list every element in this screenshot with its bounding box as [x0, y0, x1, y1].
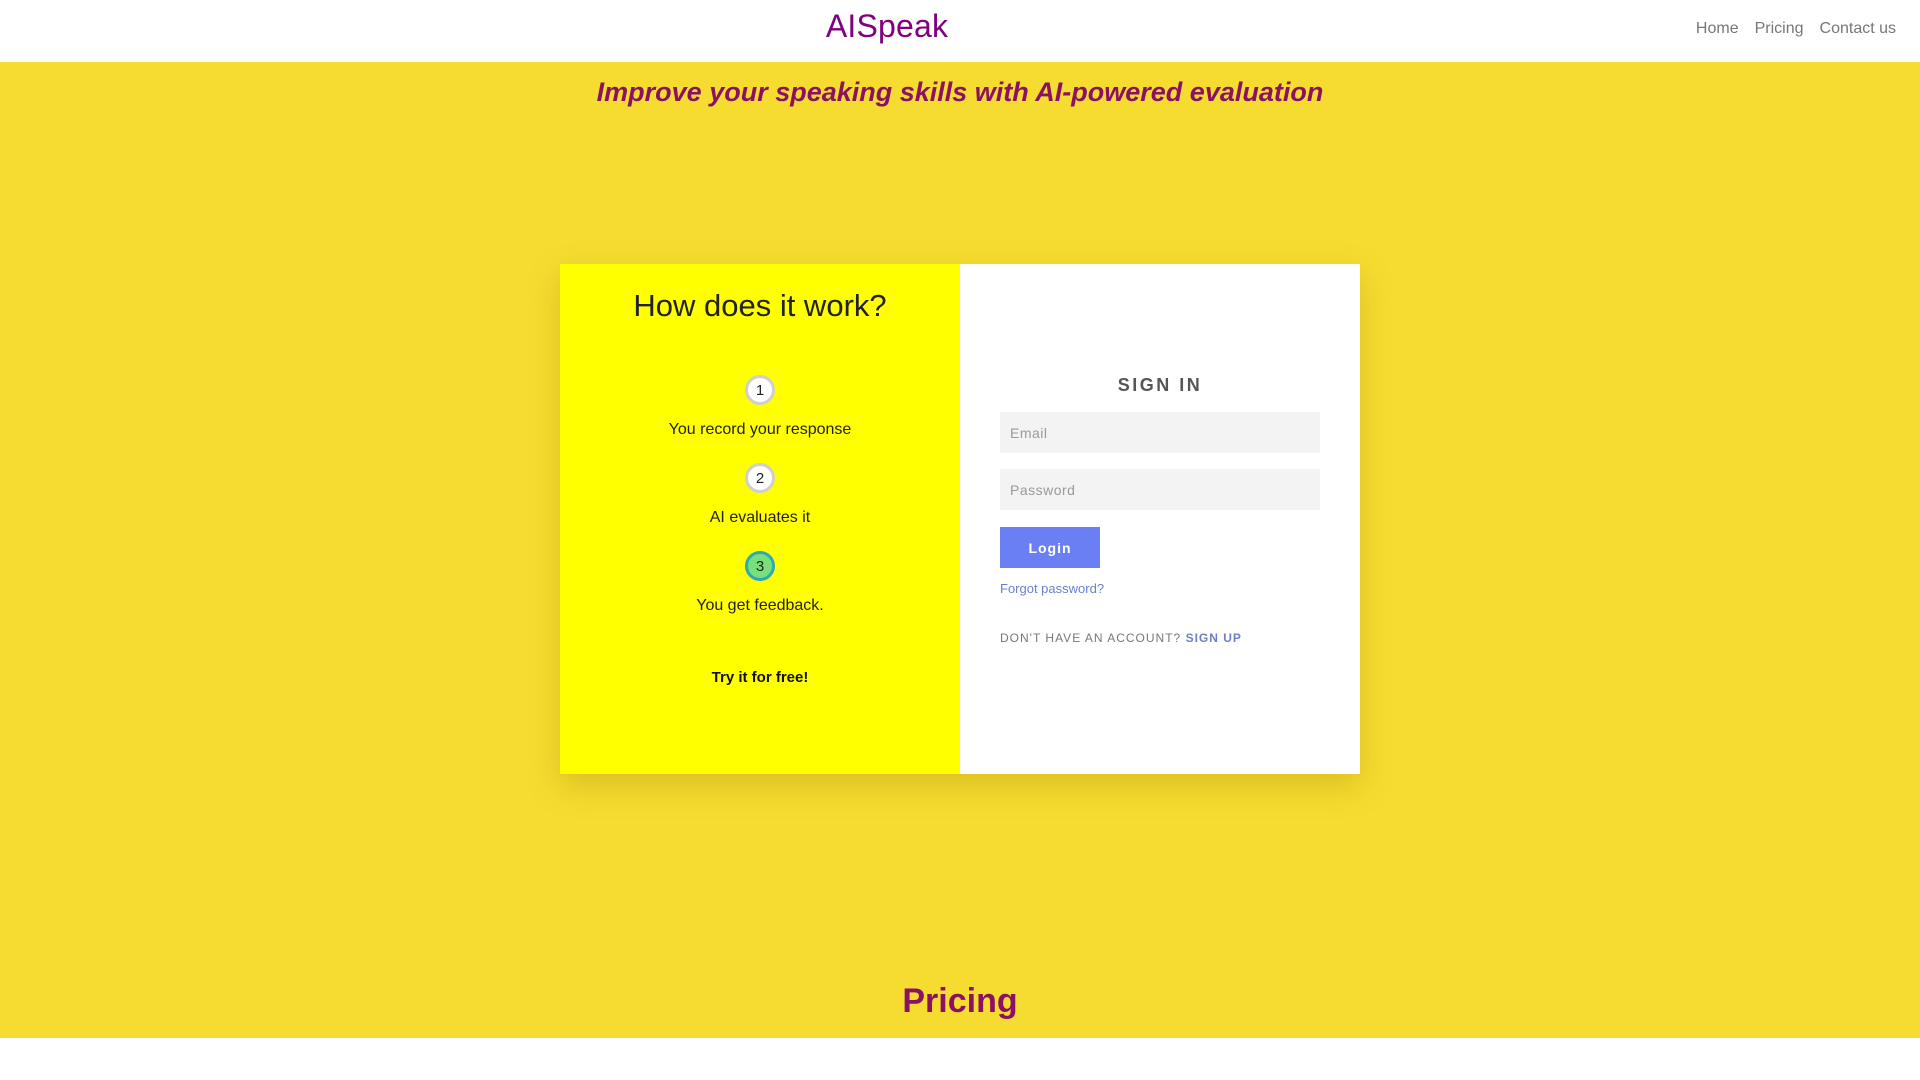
- email-field[interactable]: [1000, 412, 1320, 453]
- main-nav: Home Pricing Contact us: [1696, 20, 1896, 38]
- nav-contact-link[interactable]: Contact us: [1820, 20, 1896, 38]
- sign-in-panel: SIGN IN Login Forgot password? DON'T HAV…: [960, 264, 1360, 774]
- step-2-badge: 2: [745, 463, 775, 493]
- step-1-badge: 1: [745, 375, 775, 405]
- nav-home-link[interactable]: Home: [1696, 20, 1739, 38]
- how-it-works-title: How does it work?: [633, 288, 887, 323]
- brand-logo[interactable]: AISpeak: [0, 8, 1774, 45]
- sign-up-link[interactable]: SIGN UP: [1186, 631, 1242, 645]
- step-1-text: You record your response: [668, 421, 852, 438]
- login-button[interactable]: Login: [1000, 527, 1100, 568]
- signup-prompt: DON'T HAVE AN ACCOUNT? SIGN UP: [1000, 631, 1242, 645]
- pricing-heading: Pricing: [902, 982, 1018, 1020]
- step-3-badge: 3: [745, 551, 775, 581]
- password-field[interactable]: [1000, 469, 1320, 510]
- sign-in-title: SIGN IN: [1117, 375, 1203, 395]
- main-card: How does it work? 1 You record your resp…: [560, 264, 1360, 774]
- no-account-text: DON'T HAVE AN ACCOUNT?: [1000, 631, 1182, 645]
- hero-tagline: Improve your speaking skills with AI-pow…: [596, 77, 1324, 107]
- step-2-text: AI evaluates it: [709, 509, 811, 526]
- step-3-text: You get feedback.: [696, 597, 824, 614]
- forgot-password-link[interactable]: Forgot password?: [1000, 581, 1104, 596]
- how-it-works-panel: How does it work? 1 You record your resp…: [560, 264, 960, 774]
- try-free-link[interactable]: Try it for free!: [560, 669, 960, 686]
- nav-pricing-link[interactable]: Pricing: [1755, 20, 1804, 38]
- top-navbar: AISpeak Home Pricing Contact us: [0, 0, 1920, 62]
- hero-section: Improve your speaking skills with AI-pow…: [0, 62, 1920, 1038]
